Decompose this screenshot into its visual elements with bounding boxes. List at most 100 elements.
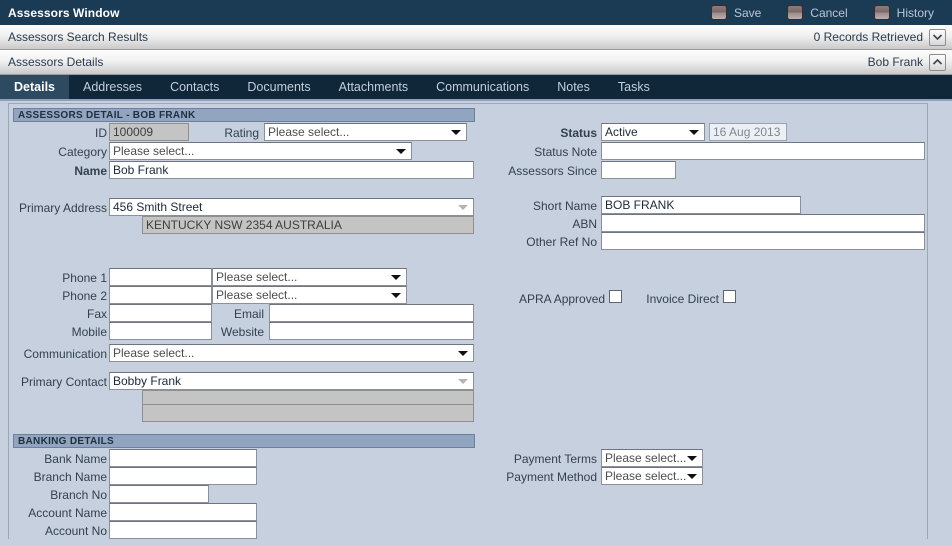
bank-name-label: Bank Name xyxy=(44,452,107,466)
banking-details-section-header: BANKING DETAILS xyxy=(13,434,475,448)
chevron-down-icon xyxy=(396,149,406,154)
chevron-up-icon[interactable] xyxy=(929,53,946,71)
tab-tasks[interactable]: Tasks xyxy=(604,75,664,99)
payment-terms-select[interactable]: Please select... xyxy=(601,449,703,467)
chevron-down-icon xyxy=(458,205,468,210)
primary-contact-select[interactable]: Bobby Frank xyxy=(109,372,474,390)
tab-notes[interactable]: Notes xyxy=(543,75,604,99)
mobile-field[interactable] xyxy=(109,322,212,340)
payment-terms-label: Payment Terms xyxy=(513,452,597,466)
status-label: Status xyxy=(560,126,597,140)
category-label: Category xyxy=(58,145,107,159)
payment-method-value: Please select... xyxy=(605,469,687,483)
assessors-since-label: Assessors Since xyxy=(508,164,597,178)
status-note-label: Status Note xyxy=(534,145,597,159)
fax-field[interactable] xyxy=(109,304,212,322)
rating-select[interactable]: Please select... xyxy=(264,123,467,141)
account-no-label: Account No xyxy=(44,524,107,538)
chevron-down-icon xyxy=(458,379,468,384)
primary-contact-value: Bobby Frank xyxy=(113,374,182,388)
invoice-direct-label: Invoice Direct xyxy=(646,292,719,306)
phone1-type-select[interactable]: Please select... xyxy=(212,268,407,286)
payment-terms-value: Please select... xyxy=(605,451,687,465)
search-results-right: 0 Records Retrieved xyxy=(814,25,946,49)
assessors-details-label: Assessors Details xyxy=(8,55,104,69)
assessors-details-right: Bob Frank xyxy=(868,50,946,74)
search-results-bar[interactable]: Assessors Search Results 0 Records Retri… xyxy=(0,25,952,50)
phone2-label: Phone 2 xyxy=(62,289,107,303)
primary-address-value: 456 Smith Street xyxy=(113,200,203,214)
phone1-label: Phone 1 xyxy=(62,271,107,285)
website-label: Website xyxy=(220,325,264,339)
chevron-down-icon[interactable] xyxy=(929,28,946,46)
primary-address-select[interactable]: 456 Smith Street xyxy=(109,198,474,216)
website-field[interactable] xyxy=(269,322,474,340)
record-name: Bob Frank xyxy=(867,55,923,69)
id-label: ID xyxy=(95,126,107,140)
status-note-field[interactable] xyxy=(601,142,925,160)
category-select[interactable]: Please select... xyxy=(109,142,412,160)
assessors-detail-section-header: ASSESSORS DETAIL - BOB FRANK xyxy=(13,108,475,122)
mobile-label: Mobile xyxy=(71,325,107,339)
id-field: 100009 xyxy=(109,123,189,141)
phone2-field[interactable] xyxy=(109,286,212,304)
search-results-label: Assessors Search Results xyxy=(8,30,149,44)
save-button-label: Save xyxy=(733,5,762,20)
communication-select[interactable]: Please select... xyxy=(109,344,474,362)
bank-name-field[interactable] xyxy=(109,449,257,467)
tab-contacts[interactable]: Contacts xyxy=(156,75,233,99)
cancel-icon xyxy=(787,5,804,20)
assessors-details-bar[interactable]: Assessors Details Bob Frank xyxy=(0,50,952,75)
abn-label: ABN xyxy=(572,217,597,231)
save-icon xyxy=(710,5,727,20)
tab-details[interactable]: Details xyxy=(0,75,69,99)
cancel-button-label: Cancel xyxy=(810,5,848,20)
abn-field[interactable] xyxy=(601,214,925,232)
history-button[interactable]: History xyxy=(873,5,934,20)
chevron-down-icon xyxy=(391,275,401,280)
window-title: Assessors Window xyxy=(8,5,120,20)
window-title-bar: Assessors Window Save Cancel History xyxy=(0,0,952,25)
branch-name-label: Branch Name xyxy=(33,470,107,484)
primary-contact-line3 xyxy=(142,404,474,422)
short-name-field[interactable]: BOB FRANK xyxy=(601,196,801,214)
communication-label: Communication xyxy=(23,347,107,361)
primary-contact-label: Primary Contact xyxy=(20,375,107,389)
name-label: Name xyxy=(74,164,107,178)
tab-documents[interactable]: Documents xyxy=(233,75,324,99)
account-name-label: Account Name xyxy=(28,506,107,520)
tab-communications[interactable]: Communications xyxy=(422,75,543,99)
chevron-down-icon xyxy=(687,456,697,461)
assessors-since-field[interactable] xyxy=(601,161,676,179)
phone1-field[interactable] xyxy=(109,268,212,286)
email-field[interactable] xyxy=(269,304,474,322)
chevron-down-icon xyxy=(391,293,401,298)
tab-addresses[interactable]: Addresses xyxy=(69,75,156,99)
branch-no-label: Branch No xyxy=(50,488,107,502)
phone2-type-select[interactable]: Please select... xyxy=(212,286,407,304)
name-field[interactable]: Bob Frank xyxy=(109,161,474,179)
branch-no-field[interactable] xyxy=(109,485,209,503)
account-no-field[interactable] xyxy=(109,521,257,539)
branch-name-field[interactable] xyxy=(109,467,257,485)
save-button[interactable]: Save xyxy=(710,5,762,20)
window-actions: Save Cancel History xyxy=(710,0,934,25)
tab-strip: Details Addresses Contacts Documents Att… xyxy=(0,75,952,101)
history-button-label: History xyxy=(896,5,934,20)
other-ref-no-field[interactable] xyxy=(601,232,925,250)
phone2-type-value: Please select... xyxy=(216,288,298,302)
form-body: ASSESSORS DETAIL - BOB FRANK ID 100009 R… xyxy=(0,101,952,544)
fax-label: Fax xyxy=(86,307,107,321)
account-name-field[interactable] xyxy=(109,503,257,521)
payment-method-select[interactable]: Please select... xyxy=(601,467,703,485)
status-select[interactable]: Active xyxy=(601,123,705,141)
chevron-down-icon xyxy=(451,130,461,135)
tab-attachments[interactable]: Attachments xyxy=(325,75,422,99)
chevron-down-icon xyxy=(458,351,468,356)
apra-approved-checkbox[interactable] xyxy=(609,290,622,303)
chevron-down-icon xyxy=(687,474,697,479)
cancel-button[interactable]: Cancel xyxy=(787,5,848,20)
apra-approved-label: APRA Approved xyxy=(519,292,606,306)
records-retrieved-count: 0 Records Retrieved xyxy=(813,30,923,44)
invoice-direct-checkbox[interactable] xyxy=(723,290,736,303)
